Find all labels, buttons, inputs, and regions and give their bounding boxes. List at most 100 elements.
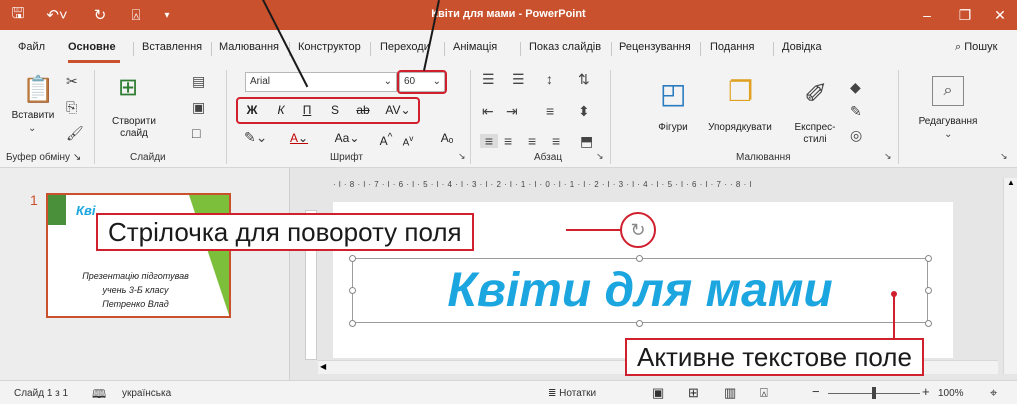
quick-styles-icon[interactable]: ✐ [804, 80, 827, 108]
paste-icon[interactable]: 📋 [22, 76, 54, 102]
scroll-up-icon[interactable]: ▲ [1007, 178, 1015, 187]
section-icon[interactable]: □ [192, 126, 200, 140]
new-slide-label-line2[interactable]: слайд [108, 128, 160, 139]
slideshow-icon[interactable]: ⍓ [760, 385, 768, 401]
justify-icon[interactable]: ≡ [552, 134, 560, 148]
increase-indent-icon[interactable]: ⇥ [506, 104, 518, 118]
font-name-select[interactable]: Arial ⌄ [245, 72, 397, 92]
drawing-group-label: Малювання [736, 152, 791, 163]
rotate-handle-icon[interactable]: ↻ [620, 212, 656, 248]
change-case-button[interactable]: Aa⌄ [332, 128, 362, 150]
font-color-button[interactable]: A⌄ [288, 128, 310, 150]
cut-icon[interactable]: ✂ [66, 74, 78, 88]
columns-icon[interactable]: ≡ [546, 104, 554, 118]
slide-thumbnail[interactable]: Кві Презентацію підготував учень 3-Б кла… [46, 193, 231, 318]
new-slide-icon[interactable]: ⊞ [118, 76, 138, 100]
reset-icon[interactable]: ▣ [192, 100, 205, 114]
language-label[interactable]: українська [122, 388, 171, 399]
tab-separator [444, 42, 445, 56]
decrease-indent-icon[interactable]: ⇤ [482, 104, 494, 118]
group-separator [226, 70, 227, 164]
align-center-icon[interactable]: ≡ [504, 134, 512, 148]
slide-sorter-icon[interactable]: ⊞ [688, 385, 699, 401]
tab-insert[interactable]: Вставлення [142, 41, 202, 53]
line-spacing-icon[interactable]: ↕ [546, 72, 553, 86]
dialog-launcher-icon[interactable]: ↘ [884, 152, 892, 161]
paste-label[interactable]: Вставити [6, 110, 60, 121]
slide-number: 1 [30, 192, 38, 208]
shape-effects-icon[interactable]: ◎ [850, 128, 862, 142]
tab-review[interactable]: Рецензування [619, 41, 691, 53]
normal-view-icon[interactable]: ▣ [652, 385, 664, 401]
paste-dropdown-icon[interactable]: ⌄ [28, 124, 36, 134]
shrink-font-button[interactable]: Av [400, 128, 416, 150]
quick-styles-label-line2[interactable]: стилі [790, 134, 840, 145]
scroll-left-icon[interactable]: ◀ [320, 362, 326, 371]
slide-counter: Слайд 1 з 1 [14, 388, 69, 399]
notes-label: Нотатки [559, 388, 597, 399]
shape-fill-icon[interactable]: ◆ [850, 80, 861, 94]
shape-outline-icon[interactable]: ✎ [850, 104, 862, 118]
tab-file[interactable]: Файл [18, 41, 45, 53]
align-right-icon[interactable]: ≡ [528, 134, 536, 148]
align-left-icon[interactable]: ≡ [480, 134, 498, 148]
rotate-callout: Стрілочка для повороту поля [96, 213, 474, 251]
numbering-icon[interactable]: ☰ [512, 72, 525, 86]
rotate-callout-line [566, 229, 622, 231]
editing-label[interactable]: Редагування [908, 116, 988, 127]
copy-icon[interactable]: ⎘ [66, 100, 77, 114]
clear-formatting-button[interactable]: Aₒ [438, 128, 456, 150]
notes-button[interactable]: ≣ Нотатки [548, 388, 596, 399]
vertical-scrollbar[interactable]: ▲ [1003, 178, 1017, 374]
slides-group-label: Слайди [130, 152, 166, 163]
zoom-level[interactable]: 100% [938, 388, 964, 399]
tab-design[interactable]: Конструктор [298, 41, 361, 53]
new-slide-label-line1[interactable]: Створити [108, 116, 160, 127]
align-text-icon[interactable]: ⬒ [580, 134, 593, 148]
quick-styles-label-line1[interactable]: Експрес- [790, 122, 840, 133]
zoom-out-icon[interactable]: − [812, 384, 820, 399]
fit-to-window-icon[interactable]: ⌖ [990, 385, 997, 401]
arrange-label[interactable]: Упорядкувати [700, 122, 780, 133]
format-painter-icon[interactable]: 🖌 [66, 126, 84, 140]
search-label: Пошук [964, 41, 998, 53]
text-direction-icon[interactable]: ⬍ [578, 104, 590, 118]
status-bar: Слайд 1 з 1 🕮 українська ≣ Нотатки ▣ ⊞ ▥… [0, 380, 1017, 404]
minimize-icon[interactable]: – [917, 5, 937, 25]
tab-slideshow[interactable]: Показ слайдів [529, 41, 601, 53]
tab-animations[interactable]: Анімація [453, 41, 497, 53]
thumbnail-photo [48, 195, 66, 225]
slide-title[interactable]: Квіти для мами [352, 258, 928, 323]
tab-separator [520, 42, 521, 56]
active-callout-line [893, 296, 895, 340]
dialog-launcher-icon[interactable]: ↘ [596, 152, 604, 161]
bullets-icon[interactable]: ☰ [482, 72, 495, 86]
sort-icon[interactable]: ⇅ [578, 72, 590, 86]
restore-icon[interactable]: ❐ [955, 5, 975, 25]
paragraph-group-label: Абзац [534, 152, 563, 163]
zoom-thumb[interactable] [872, 387, 876, 399]
close-icon[interactable]: ✕ [990, 5, 1010, 25]
tab-transitions[interactable]: Переходи [380, 41, 430, 53]
dialog-launcher-icon[interactable]: ↘ [458, 152, 466, 161]
search-button[interactable]: ⌕ Пошук [955, 41, 997, 54]
tab-home[interactable]: Основне [68, 41, 116, 53]
tab-separator [611, 42, 612, 56]
shapes-label[interactable]: Фігури [648, 122, 698, 133]
layout-icon[interactable]: ▤ [192, 74, 205, 88]
group-separator [898, 70, 899, 164]
arrange-icon[interactable]: ❐ [728, 78, 753, 106]
shapes-icon[interactable]: ◰ [660, 80, 686, 108]
spellcheck-icon[interactable]: 🕮 [92, 385, 106, 404]
tab-view[interactable]: Подання [710, 41, 754, 53]
zoom-in-icon[interactable]: + [922, 384, 930, 399]
reading-view-icon[interactable]: ▥ [724, 385, 736, 401]
tab-help[interactable]: Довідка [782, 41, 822, 53]
active-field-callout: Активне текстове поле [625, 338, 924, 376]
collapse-ribbon-icon[interactable]: ↘ [1000, 152, 1008, 161]
highlighter-icon[interactable]: ✎⌄ [244, 130, 267, 144]
grow-font-button[interactable]: A^ [378, 128, 394, 150]
search-icon[interactable]: ⌕ [932, 76, 964, 106]
tab-draw[interactable]: Малювання [219, 41, 279, 53]
chevron-down-icon[interactable]: ⌄ [944, 130, 952, 140]
